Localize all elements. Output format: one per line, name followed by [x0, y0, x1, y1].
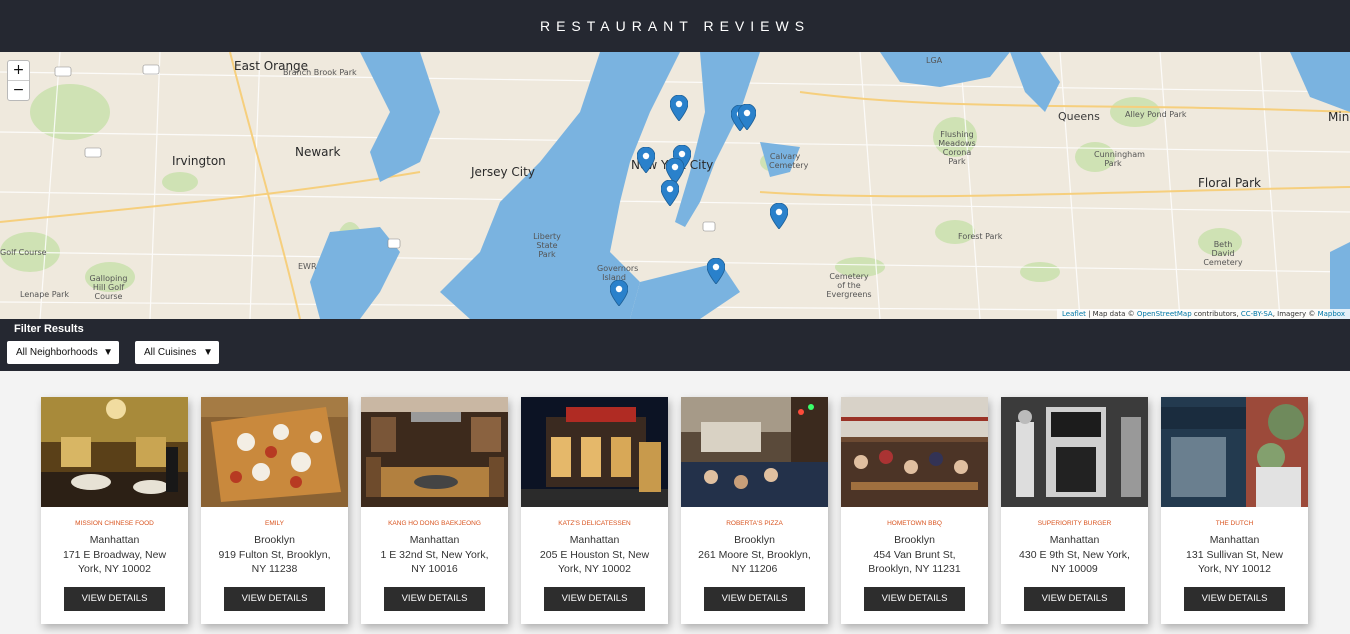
place-label-irvington: Irvington: [172, 154, 226, 168]
restaurant-neighborhood: Brooklyn: [734, 534, 775, 546]
openstreetmap-link[interactable]: OpenStreetMap: [1137, 310, 1192, 318]
restaurant-neighborhood: Brooklyn: [254, 534, 295, 546]
restaurant-neighborhood: Manhattan: [409, 534, 460, 546]
place-label-golf-course: Golf Course: [0, 248, 47, 257]
map-marker-icon[interactable]: [610, 280, 628, 306]
view-details-button[interactable]: VIEW DETAILS: [64, 587, 165, 611]
view-details-button[interactable]: VIEW DETAILS: [1184, 587, 1285, 611]
restaurant-neighborhood: Manhattan: [1049, 534, 1100, 546]
place-label-alley-pond: Alley Pond Park: [1125, 110, 1187, 119]
place-label-galloping-hill: Galloping Hill Golf Course: [89, 274, 128, 301]
restaurant-map[interactable]: East Orange Newark Irvington Jersey City…: [0, 52, 1350, 319]
map-marker-icon[interactable]: [770, 203, 788, 229]
restaurant-photo: [841, 397, 988, 507]
restaurant-address: 261 Moore St, Brooklyn, NY 11206: [698, 549, 811, 575]
dropdown-arrow-icon: ▼: [203, 347, 213, 358]
leaflet-link[interactable]: Leaflet: [1062, 310, 1086, 318]
restaurant-card: Hometown BBQ Brooklyn 454 Van Brunt St, …: [841, 397, 988, 624]
restaurant-photo: [1161, 397, 1308, 507]
place-label-floral-park: Floral Park: [1198, 176, 1261, 190]
restaurant-photo: [1001, 397, 1148, 507]
place-label-lenape-park: Lenape Park: [20, 290, 70, 299]
restaurant-address: 205 E Houston St, New York, NY 10002: [539, 549, 650, 575]
restaurant-name: Katz's Delicatessen: [558, 520, 631, 527]
place-label-newark: Newark: [295, 145, 341, 159]
restaurant-neighborhood: Brooklyn: [894, 534, 935, 546]
attribution-text-2: contributors,: [1191, 310, 1241, 318]
neighborhood-select[interactable]: All Neighborhoods ▼: [7, 341, 119, 364]
license-link[interactable]: CC-BY-SA: [1241, 310, 1273, 318]
restaurant-name: Kang Ho Dong Baekjeong: [388, 520, 481, 527]
place-label-forest-park: Forest Park: [958, 232, 1003, 241]
map-attribution: Leaflet | Map data © OpenStreetMap contr…: [1057, 309, 1350, 319]
restaurant-photo: [361, 397, 508, 507]
restaurant-card: The Dutch Manhattan 131 Sullivan St, New…: [1161, 397, 1308, 624]
map-marker-icon[interactable]: [738, 104, 756, 130]
place-label-jersey-city: Jersey City: [471, 165, 535, 179]
restaurant-card: Emily Brooklyn 919 Fulton St, Brooklyn, …: [201, 397, 348, 624]
restaurant-neighborhood: Manhattan: [569, 534, 620, 546]
map-marker-icon[interactable]: [670, 95, 688, 121]
view-details-button[interactable]: VIEW DETAILS: [224, 587, 325, 611]
site-title: RESTAURANT REVIEWS: [539, 18, 811, 34]
filter-title: Filter Results: [14, 323, 84, 335]
restaurant-card: Superiority Burger Manhattan 430 E 9th S…: [1001, 397, 1148, 624]
restaurant-photo: [201, 397, 348, 507]
place-label-cemetery-evergreens: Cemetery of the Evergreens: [826, 272, 872, 299]
restaurant-neighborhood: Manhattan: [1209, 534, 1260, 546]
place-label-calvary-cemetery: Calvary Cemetery: [769, 152, 809, 170]
place-label-liberty-state-park: Liberty State Park: [533, 232, 561, 259]
place-label-queens: Queens: [1058, 110, 1100, 123]
restaurant-card: Roberta's Pizza Brooklyn 261 Moore St, B…: [681, 397, 828, 624]
place-label-cunningham: Cunningham Park: [1094, 150, 1145, 168]
filter-bar: Filter Results All Neighborhoods ▼ All C…: [0, 319, 1350, 371]
map-zoom-control: + −: [7, 60, 30, 101]
restaurant-name: Roberta's Pizza: [726, 520, 783, 527]
map-marker-icon[interactable]: [637, 147, 655, 173]
view-details-button[interactable]: VIEW DETAILS: [1024, 587, 1125, 611]
place-label-branch-brook: Branch Brook Park: [283, 68, 357, 77]
cuisine-select-value: All Cuisines: [144, 347, 197, 358]
restaurant-photo: [521, 397, 668, 507]
map-marker-icon[interactable]: [661, 180, 679, 206]
restaurant-name: Hometown BBQ: [887, 520, 942, 527]
restaurant-name: Superiority Burger: [1037, 520, 1112, 527]
restaurant-name: Mission Chinese Food: [75, 520, 154, 527]
restaurant-neighborhood: Manhattan: [89, 534, 140, 546]
restaurant-card: Kang Ho Dong Baekjeong Manhattan 1 E 32n…: [361, 397, 508, 624]
place-label-beth-david: Beth David Cemetery: [1203, 240, 1243, 267]
restaurant-card: Katz's Delicatessen Manhattan 205 E Hous…: [521, 397, 668, 624]
neighborhood-select-value: All Neighborhoods: [16, 347, 98, 358]
restaurant-address: 131 Sullivan St, New York, NY 10012: [1186, 549, 1283, 575]
restaurant-photo: [41, 397, 188, 507]
restaurant-card: Mission Chinese Food Manhattan 171 E Bro…: [41, 397, 188, 624]
attribution-text-3: , Imagery ©: [1272, 310, 1318, 318]
zoom-out-button[interactable]: −: [8, 81, 29, 100]
attribution-text-1: | Map data ©: [1085, 310, 1137, 318]
place-label-ewr: EWR: [298, 262, 317, 271]
view-details-button[interactable]: VIEW DETAILS: [864, 587, 965, 611]
restaurant-address: 1 E 32nd St, New York, NY 10016: [380, 549, 489, 575]
restaurant-name: Emily: [264, 520, 285, 527]
place-label-flushing-meadows: Flushing Meadows Corona Park: [938, 130, 976, 166]
cuisine-select[interactable]: All Cuisines ▼: [135, 341, 219, 364]
site-header: RESTAURANT REVIEWS: [0, 0, 1350, 52]
map-marker-icon[interactable]: [707, 258, 725, 284]
restaurant-address: 454 Van Brunt St, Brooklyn, NY 11231: [868, 549, 961, 575]
view-details-button[interactable]: VIEW DETAILS: [544, 587, 645, 611]
view-details-button[interactable]: VIEW DETAILS: [704, 587, 805, 611]
restaurant-address: 430 E 9th St, New York, NY 10009: [1019, 549, 1130, 575]
restaurants-list: Mission Chinese Food Manhattan 171 E Bro…: [0, 371, 1350, 634]
dropdown-arrow-icon: ▼: [103, 347, 113, 358]
restaurant-address: 919 Fulton St, Brooklyn, NY 11238: [218, 549, 331, 575]
restaurant-address: 171 E Broadway, New York, NY 10002: [62, 549, 167, 575]
place-label-mine: Mine: [1328, 110, 1350, 124]
view-details-button[interactable]: VIEW DETAILS: [384, 587, 485, 611]
restaurant-name: The Dutch: [1215, 520, 1254, 527]
restaurant-photo: [681, 397, 828, 507]
place-label-lga: LGA: [926, 56, 943, 65]
zoom-in-button[interactable]: +: [8, 61, 29, 81]
mapbox-link[interactable]: Mapbox: [1318, 310, 1345, 318]
